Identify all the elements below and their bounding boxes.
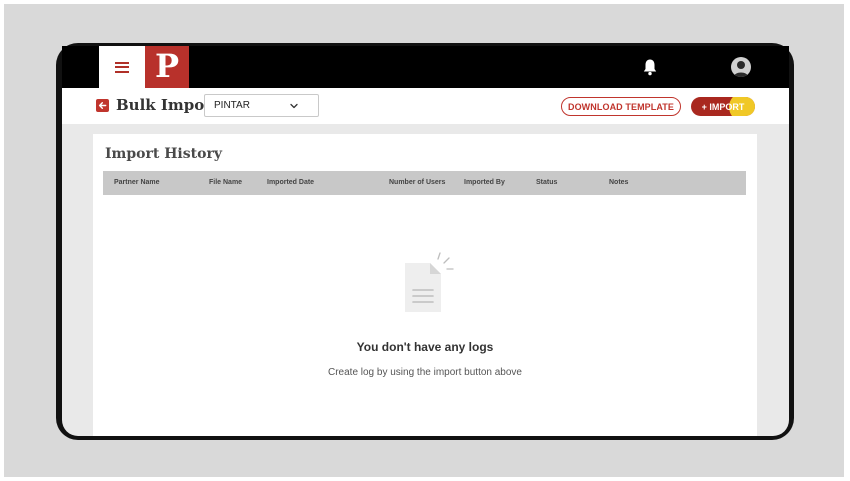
- download-template-button[interactable]: DOWNLOAD TEMPLATE: [561, 97, 681, 116]
- column-header[interactable]: Notes: [609, 179, 628, 186]
- page-header: Bulk Import PINTAR DOWNLOAD TEMPLATE + I…: [62, 88, 789, 124]
- table-header: Partner Name File Name Imported Date Num…: [103, 171, 746, 195]
- top-navbar: P: [62, 46, 789, 88]
- hamburger-menu-icon: [115, 61, 129, 73]
- column-header[interactable]: Partner Name: [114, 179, 160, 186]
- partner-select-value: PINTAR: [214, 100, 250, 111]
- import-history-title: Import History: [105, 146, 222, 162]
- column-header[interactable]: Number of Users: [389, 179, 445, 186]
- import-history-card: Import History Partner Name File Name Im…: [93, 134, 757, 436]
- column-header[interactable]: Imported Date: [267, 179, 314, 186]
- empty-document-icon: [405, 252, 454, 312]
- column-header[interactable]: Status: [536, 179, 557, 186]
- import-button-label: + IMPORT: [701, 101, 745, 112]
- column-header[interactable]: File Name: [209, 179, 242, 186]
- empty-state-title: You don't have any logs: [356, 340, 494, 354]
- back-button[interactable]: [96, 99, 109, 112]
- bell-icon[interactable]: [642, 58, 658, 76]
- logo-text: P: [154, 47, 180, 85]
- app-screen: P Bulk Import PINTAR DOWNLOAD TEMPLATE +…: [62, 46, 789, 436]
- import-button[interactable]: + IMPORT: [691, 97, 755, 116]
- chevron-down-icon: [290, 103, 298, 109]
- empty-state-subtitle: Create log by using the import button ab…: [327, 367, 522, 378]
- user-avatar-icon[interactable]: [731, 57, 751, 77]
- column-header[interactable]: Imported By: [464, 179, 505, 186]
- partner-select[interactable]: PINTAR: [204, 94, 319, 117]
- logo[interactable]: P: [145, 46, 189, 88]
- arrow-left-icon: [98, 102, 107, 109]
- menu-button[interactable]: [99, 46, 145, 88]
